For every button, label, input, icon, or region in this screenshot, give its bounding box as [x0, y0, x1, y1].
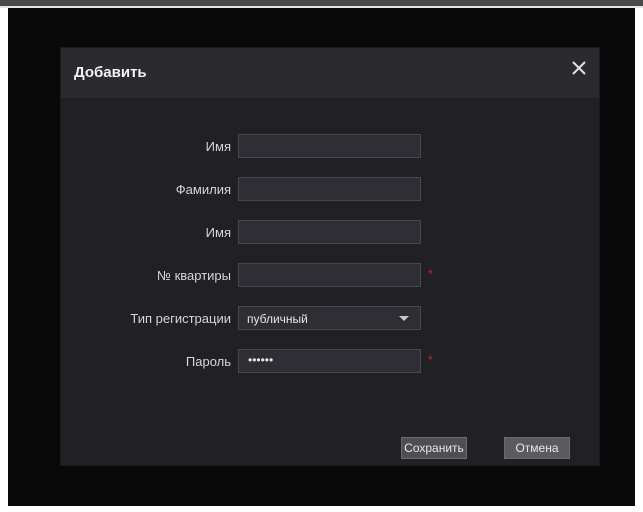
registration-type-value: публичный: [247, 312, 308, 326]
first-name-input[interactable]: [238, 134, 421, 158]
dialog-title: Добавить: [74, 64, 147, 81]
form-row-first-name: Имя: [61, 134, 599, 160]
apartment-input[interactable]: [238, 263, 421, 287]
form-row-apartment: № квартиры *: [61, 263, 599, 289]
name-label: Имя: [205, 225, 231, 240]
password-input[interactable]: ••••••: [238, 349, 421, 373]
add-dialog: Добавить Имя Фамилия Имя № квартиры * Ти…: [61, 48, 599, 465]
apartment-required-mark: *: [428, 267, 433, 281]
last-name-input[interactable]: [238, 177, 421, 201]
registration-type-select[interactable]: публичный: [238, 306, 421, 330]
dialog-header: Добавить: [61, 48, 599, 98]
modal-backdrop: Добавить Имя Фамилия Имя № квартиры * Ти…: [8, 8, 635, 506]
apartment-label: № квартиры: [157, 268, 231, 283]
form-row-registration-type: Тип регистрации публичный: [61, 306, 599, 332]
registration-type-label: Тип регистрации: [130, 311, 231, 326]
name-input[interactable]: [238, 220, 421, 244]
form-row-last-name: Фамилия: [61, 177, 599, 203]
close-icon[interactable]: [569, 58, 589, 78]
password-value: ••••••: [248, 353, 274, 367]
cancel-button[interactable]: Отмена: [504, 437, 570, 459]
password-label: Пароль: [185, 354, 231, 369]
form-row-name: Имя: [61, 220, 599, 246]
chevron-down-icon: [399, 316, 409, 321]
password-required-mark: *: [428, 353, 433, 367]
last-name-label: Фамилия: [175, 182, 231, 197]
first-name-label: Имя: [205, 139, 231, 154]
save-button[interactable]: Сохранить: [401, 437, 467, 459]
form-row-password: Пароль •••••• *: [61, 349, 599, 375]
